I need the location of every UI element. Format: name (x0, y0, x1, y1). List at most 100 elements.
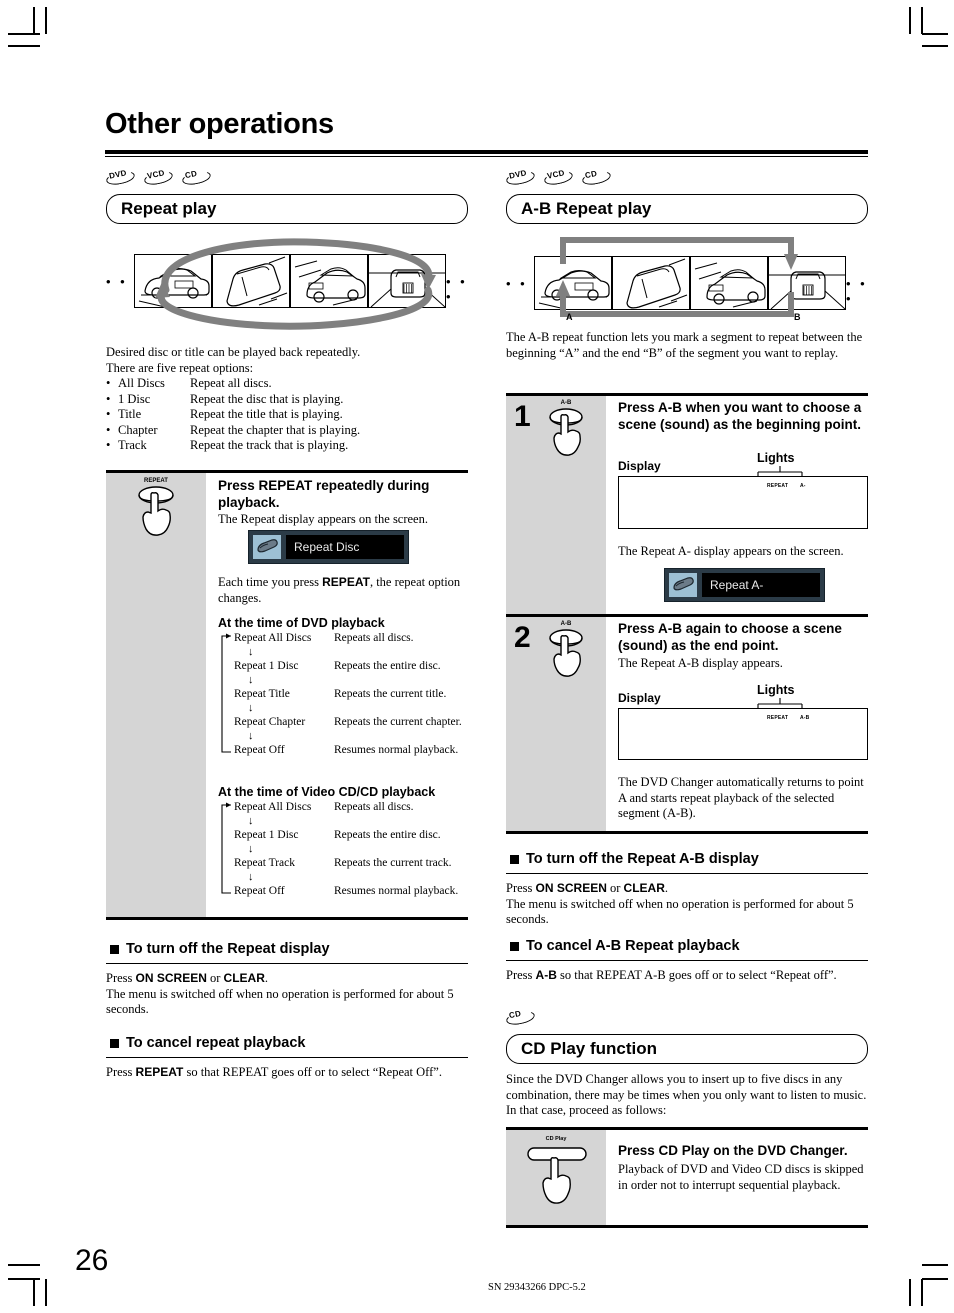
t2: so that REPEAT A-B goes off or to select… (556, 968, 837, 982)
square-bullet-icon (510, 854, 519, 864)
right-cancel-body: Press A-B so that REPEAT A-B goes off or… (506, 968, 874, 984)
left-subhead-cancel: To cancel repeat playback (110, 1035, 305, 1051)
step2-light-repeat: REPEAT (767, 715, 789, 721)
repeat-option-desc: Repeat all discs. (190, 376, 272, 390)
repeat-option-row: • Chapter Repeat the chapter that is pla… (106, 423, 486, 439)
dvd-flow-list: Repeat All Discs Repeats all discs. ↓ Re… (218, 631, 468, 757)
step1-lights-label: Lights (757, 451, 795, 465)
flow-arrow-icon: ↓ (248, 843, 254, 855)
bullet: • (106, 391, 111, 406)
badge-cd: CD (182, 169, 212, 185)
left-turn-off-line2: The menu is switched off when no operati… (106, 986, 454, 1017)
step2-light-ab: A-B (800, 715, 810, 721)
flow-arrow-icon: ↓ (248, 730, 254, 742)
after-osd-text-1: Each time you press (218, 575, 323, 589)
flow-desc: Repeats the current track. (334, 857, 452, 869)
bullet: • (106, 438, 111, 453)
crop-mark-bl-h (8, 1264, 40, 1266)
flow-arrow-icon: ↓ (248, 702, 254, 714)
badge-dvd: DVD (106, 168, 136, 185)
t1: Press (506, 968, 536, 982)
page-number: 26 (75, 1244, 109, 1277)
step2-heading: Press A-B again to choose a scene (sound… (618, 621, 842, 653)
t3: . (264, 971, 269, 985)
step2-display-label: Display (618, 691, 661, 705)
step2-lights-label: Lights (757, 683, 795, 697)
right-subhead-cancel-label: To cancel A-B Repeat playback (526, 938, 740, 954)
pressing-hand-icon (527, 1147, 587, 1204)
step2-number: 2 (514, 621, 531, 654)
repeat-option-name: All Discs (118, 376, 165, 390)
crop-mark-tr-h2 (922, 45, 948, 47)
cdplay-step-body: Playback of DVD and Video CD discs is sk… (618, 1162, 864, 1192)
repeat-key: REPEAT (135, 1065, 184, 1079)
flow-desc: Repeats the entire disc. (334, 829, 441, 841)
left-step-after: Each time you press REPEAT, the repeat o… (218, 575, 468, 606)
right-disc-badges: DVD VCD CD (506, 168, 612, 185)
flow-row: Repeat Title Repeats the current title. (234, 687, 468, 701)
repeat-option-row: • Title Repeat the title that is playing… (106, 407, 486, 423)
osd-repeat-a: Repeat A- (664, 568, 825, 602)
section-heading-label: A-B Repeat play (521, 199, 652, 218)
flow-name: Repeat Off (234, 885, 285, 897)
dvd-flow-title: At the time of DVD playback (218, 616, 385, 630)
bullet: • (106, 407, 111, 422)
left-cancel-body: Press REPEAT so that REPEAT goes off or … (106, 1065, 481, 1081)
page-title: Other operations (105, 108, 334, 140)
crop-mark-tl-h (8, 33, 40, 35)
repeat-remote-button-art: REPEAT (128, 478, 188, 551)
left-step-heading: Press REPEAT repeatedly during playback. (218, 478, 430, 510)
crop-mark-tr-v (909, 7, 911, 34)
flow-arrow-icon: ↓ (248, 674, 254, 686)
ab-remote-button-art-1: A-B (540, 400, 596, 469)
flow-arrow-icon: ↓ (248, 815, 254, 827)
right-turn-off-body: Press ON SCREEN or CLEAR. The menu is sw… (506, 881, 868, 928)
crop-mark-bl-v2 (45, 1279, 47, 1306)
square-bullet-icon (110, 1038, 119, 1048)
flow-row: Repeat All Discs Repeats all discs. (234, 631, 468, 645)
left-subhead-cancel-label: To cancel repeat playback (126, 1035, 306, 1051)
vcd-flow-list: Repeat All Discs Repeats all discs. ↓ Re… (218, 800, 468, 898)
ab-remote-button-art-2: A-B (540, 621, 596, 690)
flow-desc: Repeats the current title. (334, 688, 447, 700)
clear-key: CLEAR (223, 971, 265, 985)
flow-name: Repeat Title (234, 688, 290, 700)
section-heading-label: CD Play function (521, 1039, 658, 1058)
cdplay-button-art: CD Play (524, 1136, 592, 1223)
repeat-option-desc: Repeat the disc that is playing. (190, 391, 344, 406)
clear-key: CLEAR (623, 881, 665, 895)
flow-loop-bracket-icon (221, 633, 231, 753)
badge-cd: CD (506, 1009, 536, 1025)
repeat-intro: Desired disc or title can be played back… (106, 345, 486, 454)
repeat-option-desc: Repeat the track that is playing. (190, 438, 349, 453)
on-screen-key: ON SCREEN (535, 881, 607, 895)
cdplay-intro: Since the DVD Changer allows you to inse… (506, 1072, 867, 1117)
right-turn-off-line2: The menu is switched off when no operati… (506, 896, 854, 927)
crop-mark-bl-v (33, 1279, 35, 1306)
left-disc-badges: DVD VCD CD (106, 168, 212, 185)
repeat-option-desc: Repeat the title that is playing. (190, 407, 343, 422)
ab-loop-arrow (556, 237, 798, 317)
osd-text: Repeat Disc (286, 535, 404, 559)
manual-page: Other operations DVD VCD CD Repeat play … (0, 0, 954, 1313)
right-turn-off-line1: Press ON SCREEN or CLEAR. (506, 881, 868, 897)
t1: Press (506, 881, 536, 895)
step1-display-label: Display (618, 459, 661, 473)
disc-osd-icon (669, 573, 697, 597)
flow-name: Repeat Off (234, 744, 285, 756)
step2-rule-bottom (506, 831, 868, 834)
flow-name: Repeat 1 Disc (234, 660, 299, 672)
flow-row: Repeat Chapter Repeats the current chapt… (234, 715, 468, 729)
square-bullet-icon (110, 944, 119, 954)
flow-desc: Repeats the current chapter. (334, 716, 462, 728)
ab-intro: The A-B repeat function lets you mark a … (506, 330, 863, 360)
pressing-hand-icon (549, 629, 583, 677)
marker-a-label: A (566, 312, 573, 322)
right-subhead-cancel: To cancel A-B Repeat playback (510, 938, 740, 954)
badge-vcd: VCD (144, 168, 174, 185)
badge-vcd: VCD (544, 168, 574, 185)
repeat-option-desc: Repeat the chapter that is playing. (190, 422, 361, 437)
section-heading-label: Repeat play (121, 199, 217, 218)
bullet: • (106, 376, 111, 390)
right-subhead-turn-off-rule (506, 873, 868, 875)
